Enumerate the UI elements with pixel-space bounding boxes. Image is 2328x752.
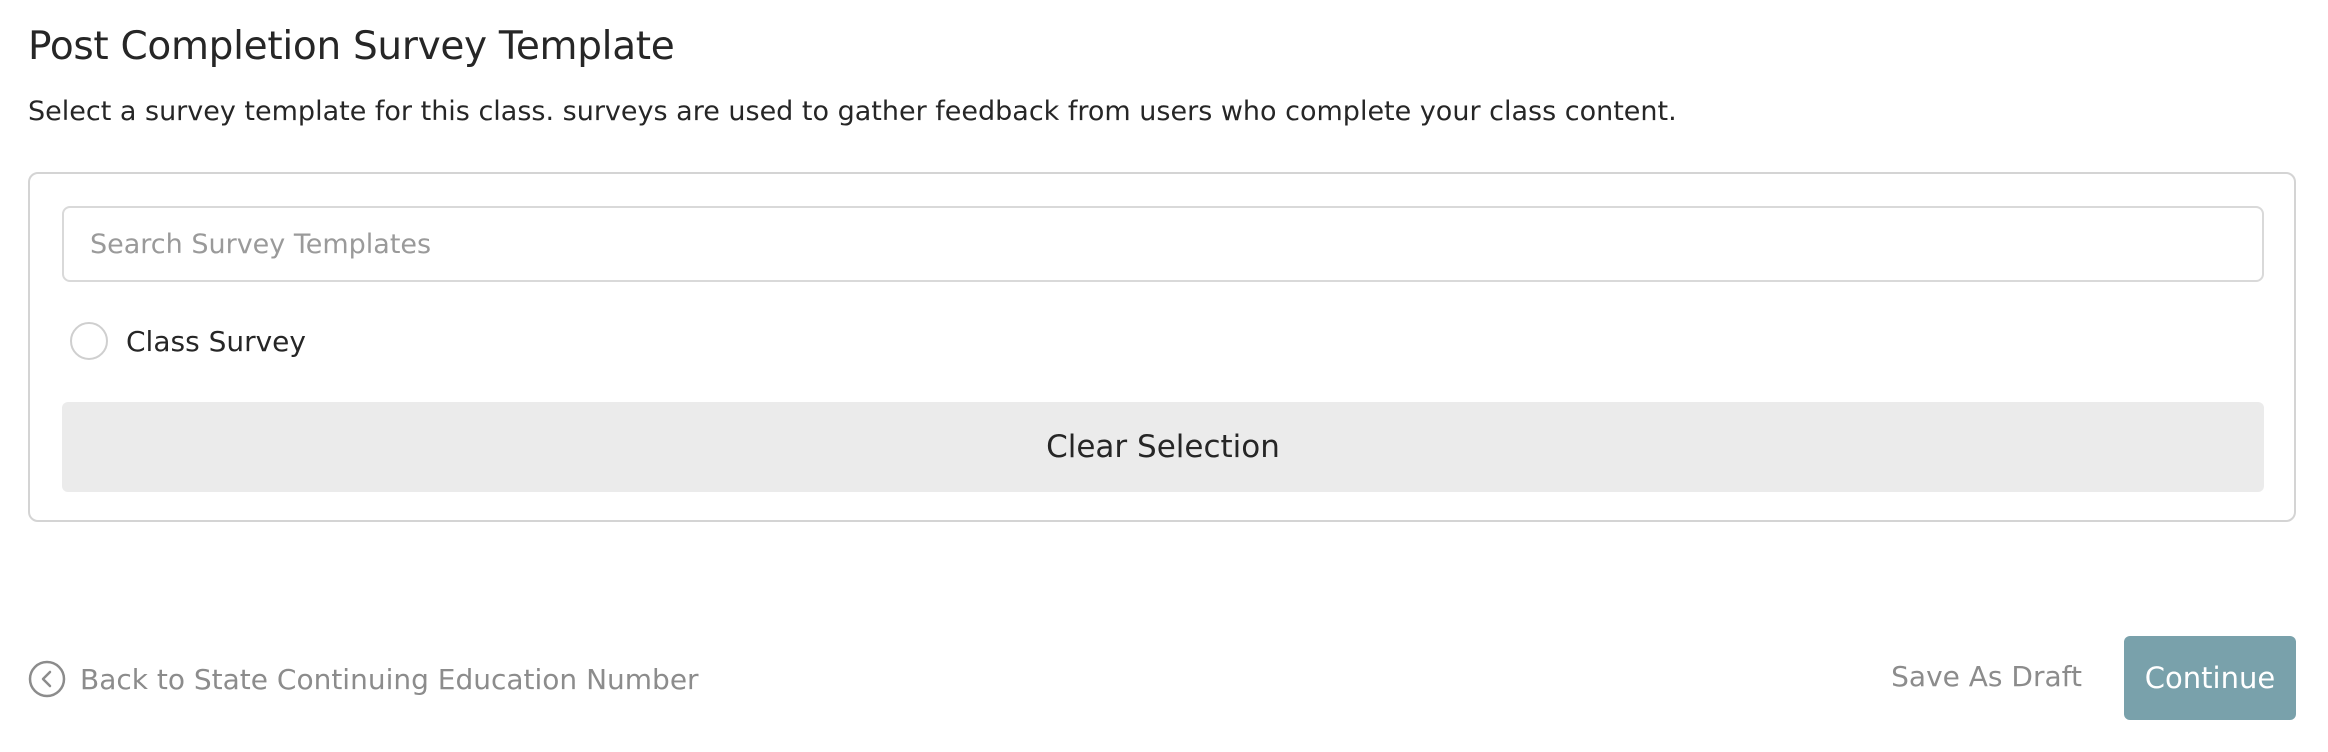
clear-selection-button[interactable]: Clear Selection <box>62 402 2264 492</box>
survey-template-panel: Class Survey Clear Selection <box>28 172 2296 522</box>
footer-actions: Back to State Continuing Education Numbe… <box>28 636 2296 722</box>
survey-option-class-survey[interactable]: Class Survey <box>70 320 306 362</box>
page-description: Select a survey template for this class.… <box>28 96 1677 127</box>
chevron-left-circle-icon <box>28 660 66 698</box>
back-link-label: Back to State Continuing Education Numbe… <box>80 662 699 696</box>
save-as-draft-button[interactable]: Save As Draft <box>1891 660 2082 693</box>
survey-option-label: Class Survey <box>126 324 306 358</box>
search-input[interactable] <box>62 206 2264 282</box>
page-title: Post Completion Survey Template <box>28 24 675 69</box>
continue-button[interactable]: Continue <box>2124 636 2296 720</box>
radio-button[interactable] <box>70 322 108 360</box>
back-link[interactable]: Back to State Continuing Education Numbe… <box>28 660 699 698</box>
